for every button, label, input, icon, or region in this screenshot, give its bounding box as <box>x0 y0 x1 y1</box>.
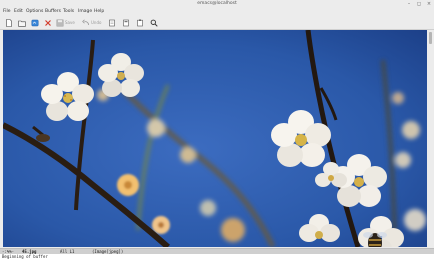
undo-label: Undo <box>91 20 102 25</box>
blossom-photo <box>3 30 427 247</box>
image-viewport[interactable] <box>3 30 427 247</box>
minimize-icon[interactable]: – <box>406 1 412 7</box>
save-label: Save <box>65 20 75 25</box>
menu-bar: File Edit Options Buffers Tools Image He… <box>0 8 434 16</box>
undo-button[interactable]: Undo <box>82 18 101 27</box>
scrollbar-thumb[interactable] <box>429 32 432 44</box>
open-directory-button[interactable] <box>18 18 26 27</box>
save-button[interactable]: Save <box>56 18 75 27</box>
menu-edit[interactable]: Edit <box>14 8 23 16</box>
menu-image[interactable]: Image <box>78 8 92 16</box>
save-icon <box>56 19 64 26</box>
menu-tools[interactable]: Tools <box>63 8 74 16</box>
menu-file[interactable]: File <box>3 8 11 16</box>
folder-icon <box>18 20 26 27</box>
undo-icon <box>82 19 89 25</box>
paste-button[interactable] <box>136 18 144 27</box>
copy-button[interactable] <box>122 18 130 27</box>
window-title: emacs@localhost <box>197 1 237 6</box>
close-window-icon[interactable]: × <box>426 1 432 7</box>
directory-icon <box>31 19 39 26</box>
minibuffer[interactable]: Beginning of buffer <box>0 254 434 260</box>
cut-button[interactable] <box>108 18 116 27</box>
search-button[interactable] <box>150 18 158 27</box>
close-icon <box>45 19 51 26</box>
menu-help[interactable]: Help <box>94 8 104 16</box>
title-bar: emacs@localhost – ◻ × <box>0 0 434 8</box>
dired-button[interactable] <box>31 18 39 27</box>
new-file-button[interactable] <box>5 18 13 27</box>
copy-icon <box>123 19 129 26</box>
maximize-icon[interactable]: ◻ <box>416 1 422 7</box>
vertical-scrollbar[interactable] <box>428 30 433 247</box>
cut-icon <box>109 19 115 26</box>
tool-bar: Save Undo <box>0 16 434 30</box>
new-file-icon <box>6 18 12 27</box>
menu-options[interactable]: Options <box>26 8 43 16</box>
menu-buffers[interactable]: Buffers <box>45 8 61 16</box>
paste-icon <box>137 19 143 26</box>
minibuffer-message: Beginning of buffer <box>2 254 48 259</box>
search-icon <box>150 19 158 27</box>
kill-buffer-button[interactable] <box>44 18 52 27</box>
